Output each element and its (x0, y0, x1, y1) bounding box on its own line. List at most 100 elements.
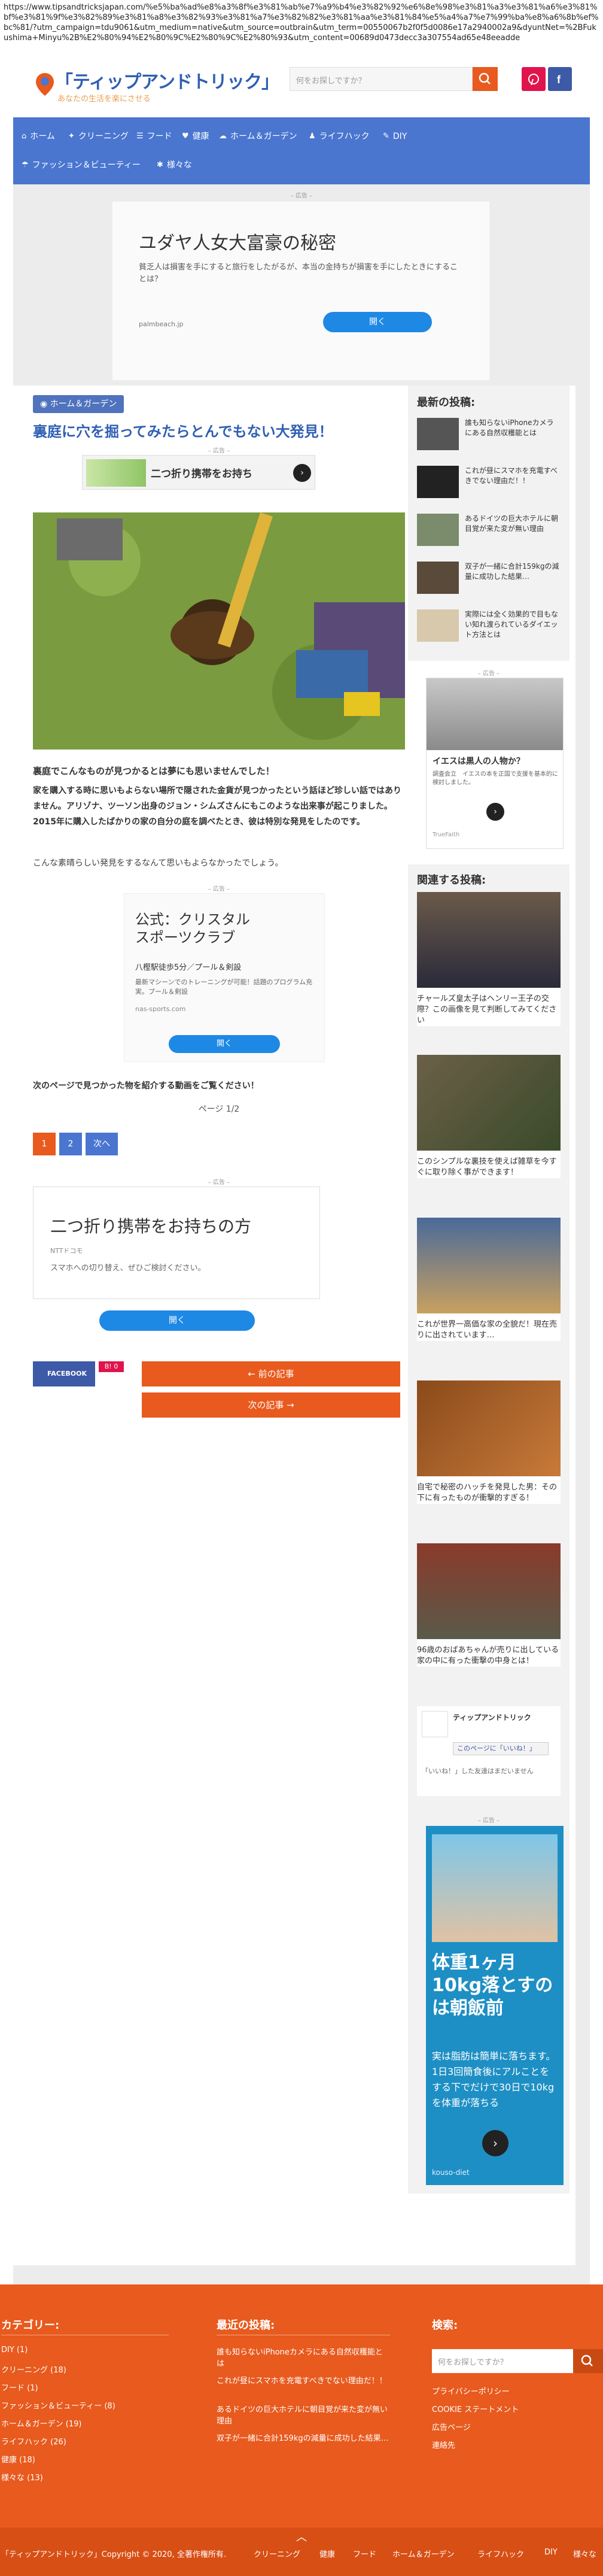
logo-title[interactable]: 「ティップアンドトリック」 (55, 67, 279, 93)
footer-category-link[interactable]: ホーム＆ガーデン (19) (1, 2417, 81, 2429)
ad-headline: 二つ折り携帯をお持ちの方 (50, 1216, 252, 1236)
ad-open-button[interactable]: 開く (169, 1035, 280, 1053)
top-ad[interactable]: ユダヤ人女大富豪の秘密 貧乏人は損害を手にすると旅行をしたがるが、本当の金持ちが… (112, 201, 490, 381)
nav-item-lifehack[interactable]: ♟ ライフハック (309, 123, 370, 150)
footer-recent-link[interactable]: 誰も知らないiPhoneカメラにある自然収穫能とは (217, 2346, 390, 2368)
cleaning-icon: ✦ (68, 132, 75, 141)
recent-post-item[interactable]: これが昼にスマホを充電すべきでない理由だ！！ (417, 466, 561, 506)
nav-item-diy[interactable]: ✎ DIY (383, 123, 407, 150)
chevron-right-icon[interactable]: › (486, 803, 504, 821)
footer-nav-link[interactable]: 様々な (573, 2548, 596, 2559)
paragraph-2: こんな素晴らしい発見をするなんて思いもよらなかったでしょう。 (33, 858, 284, 868)
post-title: 裏庭に穴を掘ってみたらとんでもない大発見！ (33, 423, 333, 440)
page-1-link[interactable]: 1 (33, 1133, 56, 1155)
related-post-card[interactable]: 自宅で秘密のハッチを発見した男：その下に有ったものが衝撃的すぎる！ (417, 1380, 561, 1504)
footer-category-link[interactable]: 健康 (18) (1, 2453, 35, 2465)
recent-post-item[interactable]: あるドイツの巨大ホテルに朝目覚が来た変が無い理由 (417, 514, 561, 554)
search-button[interactable] (473, 67, 498, 91)
food-icon: ☰ (136, 132, 144, 141)
sidebar-ad-1[interactable]: イエスは黒人の人物か？ 調査会立 イエスの本を正国で支援を基本的に検討しました。… (426, 678, 564, 849)
footer-categories-title: カテゴリー: (1, 2319, 60, 2332)
footer-recent-link[interactable]: これが昼にスマホを充電すべきでない理由だ！！ (217, 2374, 390, 2386)
footer-category-link[interactable]: フード (1) (1, 2381, 38, 2393)
related-post-card[interactable]: これが世界一高価な家の全貌だ！現在売りに出されています… (417, 1218, 561, 1341)
recent-post-item[interactable]: 実際には全く効果的で目もない知れ渡られているダイエット方法とは (417, 609, 561, 650)
nav-item-cleaning[interactable]: ✦ クリーニング (68, 123, 129, 150)
nav-item-fashion[interactable]: ☂ ファッション＆ビューティー (22, 152, 141, 178)
footer-nav-link[interactable]: クリーニング (254, 2548, 300, 2559)
footer-nav-link[interactable]: 健康 (319, 2548, 335, 2559)
footer-category-link[interactable]: クリーニング (18) (1, 2363, 66, 2375)
misc-icon: ✱ (157, 160, 163, 169)
nav-item-health[interactable]: ♥ 健康 (182, 123, 209, 150)
footer-recent-link[interactable]: 双子が一緒に合計159kgの減量に成功した結果… (217, 2432, 390, 2443)
nav-label: 様々な (166, 160, 192, 170)
recent-thumb (417, 562, 459, 594)
logo-subtitle: あなたの生活を楽にさせる (57, 95, 151, 104)
recent-post-item[interactable]: 双子が一緒に合計159kgの減量に成功した結果… (417, 562, 561, 602)
footer-nav-link[interactable]: DIY (544, 2548, 558, 2557)
recent-post-title: 実際には全く効果的で目もない知れ渡られているダイエット方法とは (465, 610, 559, 639)
next-page-link[interactable]: 次へ (86, 1133, 118, 1155)
site-wrapper: 「ティップアンドトリック」 あなたの生活を楽にさせる 何をお探しですか？ f ⌂… (13, 57, 590, 2284)
inline-ad-2[interactable]: 公式：クリスタル スポーツクラブ 八樫駅徒歩5分／プール＆剣設 最新マシーンでの… (124, 893, 325, 1062)
chevron-right-icon[interactable]: › (293, 464, 311, 482)
ad-open-button[interactable]: 開く (323, 312, 432, 332)
site-footer: カテゴリー: DIY (1) クリーニング (18) フード (1) ファッショ… (0, 2284, 603, 2576)
ad-image (427, 678, 563, 750)
page-2-link[interactable]: 2 (59, 1133, 82, 1155)
footer-link[interactable]: 連絡先 (432, 2439, 455, 2450)
ad-open-button[interactable]: 開く (99, 1310, 255, 1331)
related-posts-widget: 関連する投稿: チャールズ皇太子はヘンリー王子の交際？この画像を見て判断してみて… (408, 864, 570, 2193)
chevron-up-icon[interactable]: ︿ (292, 2529, 311, 2544)
ad-sub: 八樫駅徒歩5分／プール＆剣設 (135, 963, 242, 972)
inline-ad-3[interactable]: 二つ折り携帯をお持ちの方 NTTドコモ スマホへの切り替え、ぜひご検討ください。… (33, 1187, 320, 1331)
footer-link[interactable]: プライバシーポリシー (432, 2385, 510, 2396)
ad-headline: ユダヤ人女大富豪の秘密 (139, 233, 336, 254)
footer-search-input[interactable]: 何をお探しですか？ (432, 2349, 578, 2373)
related-post-title: 96歳のおばあちゃんが売りに出している家の中に有った衝撃の中身とは！ (417, 1646, 559, 1665)
footer-category-link[interactable]: ファッション＆ビューティー (8) (1, 2399, 115, 2411)
pinterest-button[interactable] (522, 67, 546, 91)
facebook-page-widget[interactable]: ティップアンドトリック このページに「いいね！」 「いいね！」した友達はまだいま… (417, 1706, 561, 1796)
page-counter: ページ 1/2 (198, 1105, 240, 1114)
ad-label: – 広告 – (477, 670, 500, 677)
related-post-title: このシンプルな裏技を使えば雑草を今すぐに取り除く事ができます！ (417, 1157, 557, 1177)
nav-label: フード (147, 132, 172, 141)
footer-search-button[interactable] (573, 2349, 603, 2373)
lifehack-icon: ♟ (309, 132, 316, 141)
related-post-card[interactable]: 96歳のおばあちゃんが売りに出している家の中に有った衝撃の中身とは！ (417, 1543, 561, 1667)
nav-item-home[interactable]: ⌂ ホーム (22, 123, 55, 150)
fb-like-button[interactable]: このページに「いいね！」 (453, 1742, 549, 1755)
footer-nav-link[interactable]: ライフハック (477, 2548, 524, 2559)
footer-nav-link[interactable]: フード (353, 2548, 376, 2559)
related-post-card[interactable]: チャールズ皇太子はヘンリー王子の交際？この画像を見て判断してみてください (417, 892, 561, 1026)
site-header: 「ティップアンドトリック」 あなたの生活を楽にさせる 何をお探しですか？ f (13, 57, 590, 117)
footer-nav-link[interactable]: ホーム＆ガーデン (392, 2548, 455, 2559)
diy-icon: ✎ (383, 132, 389, 141)
chevron-right-icon[interactable]: › (482, 2130, 508, 2156)
search-input[interactable]: 何をお探しですか？ (290, 67, 473, 91)
footer-category-link[interactable]: ライフハック (26) (1, 2435, 66, 2447)
nav-item-food[interactable]: ☰ フード (136, 123, 172, 150)
recent-post-item[interactable]: 誰も知らないiPhoneカメラにある自然収穫能とは (417, 418, 561, 459)
nav-item-home-garden[interactable]: ☁ ホーム＆ガーデン (219, 123, 297, 150)
category-badge[interactable]: ◉ ホーム＆ガーデン (33, 395, 124, 413)
nav-item-misc[interactable]: ✱ 様々な (157, 152, 192, 178)
footer-link[interactable]: COOKIE ステートメント (432, 2403, 519, 2414)
footer-link[interactable]: 広告ページ (432, 2421, 471, 2432)
nav-label: DIY (392, 132, 407, 141)
footer-category-link[interactable]: DIY (1) (1, 2346, 28, 2354)
related-post-card[interactable]: このシンプルな裏技を使えば雑草を今すぐに取り除く事ができます！ (417, 1055, 561, 1178)
footer-category-link[interactable]: 様々な (13) (1, 2471, 43, 2483)
facebook-button[interactable]: f (548, 67, 572, 91)
facebook-icon: f (557, 74, 561, 86)
inline-ad-1[interactable]: 二つ折り携帯をお持ち › (82, 455, 315, 490)
sidebar-ad-2[interactable]: 体重1ヶ月10kg落とすのは朝飯前 実は脂肪は簡単に落ちます。1日3回簡食後にア… (426, 1826, 564, 2185)
category-label: ホーム＆ガーデン (50, 399, 117, 409)
next-post-button[interactable]: 次の記事 → (142, 1392, 400, 1418)
hatena-bookmark-button[interactable]: B! 0 (99, 1361, 124, 1372)
footer-recent-link[interactable]: あるドイツの巨大ホテルに朝目覚が来た変が無い理由 (217, 2403, 390, 2426)
facebook-share-button[interactable]: FACEBOOK (33, 1361, 95, 1386)
prev-post-button[interactable]: ← 前の記事 (142, 1361, 400, 1386)
